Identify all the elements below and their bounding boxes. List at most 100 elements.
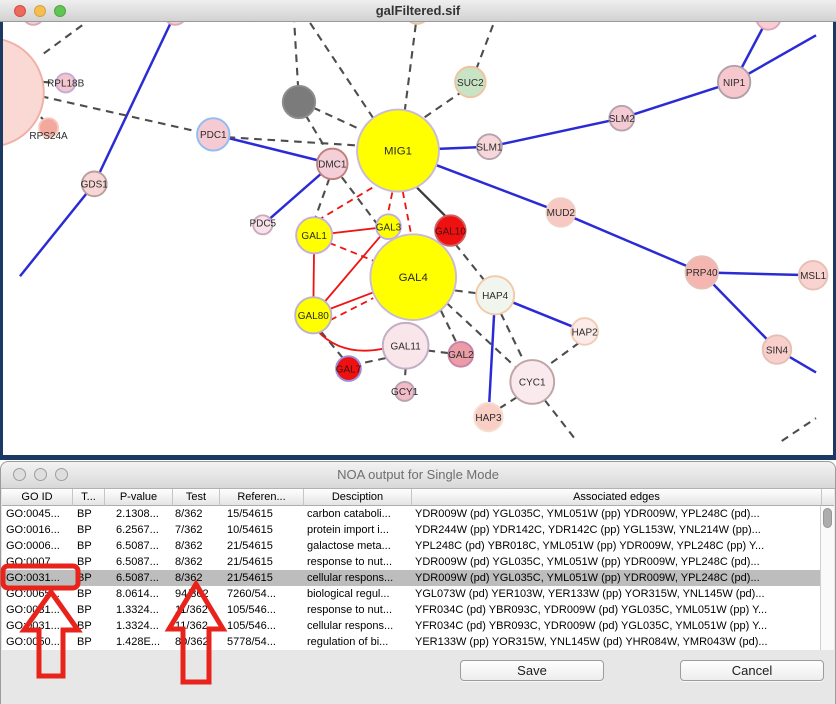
graph-node-label: SLM1 <box>476 143 503 154</box>
graph-edge-dash[interactable] <box>501 313 526 364</box>
column-header-test[interactable]: Test <box>173 489 220 506</box>
graph-node-label: GDS1 <box>81 180 109 191</box>
graph-node-label: PDC1 <box>200 130 227 141</box>
column-header-referen[interactable]: Referen... <box>220 489 304 506</box>
minimize-button-inactive[interactable] <box>34 468 47 481</box>
column-header-go-id[interactable]: GO ID <box>2 489 73 506</box>
cell: GO:0016... <box>2 522 73 538</box>
graph-edge-dash[interactable] <box>455 244 485 282</box>
graph-edge-blue[interactable] <box>622 82 734 118</box>
table-row[interactable]: GO:0050...BP1.428E...80/3625778/54...reg… <box>2 634 834 650</box>
graph-edge-dash[interactable] <box>455 291 478 294</box>
graph-edge-dash[interactable] <box>228 137 363 146</box>
table-header-row: GO IDT...P-valueTestReferen...Desciption… <box>2 489 834 506</box>
graph-edge-dash[interactable] <box>315 178 329 218</box>
cell: 21/54615 <box>220 538 304 554</box>
column-header-p-value[interactable]: P-value <box>105 489 173 506</box>
cell: GO:0045... <box>2 506 73 522</box>
cell: 1.3324... <box>105 602 173 618</box>
cell: BP <box>73 538 105 554</box>
table-row[interactable]: GO:0065...BP8.0614...94/3627260/54...bio… <box>2 586 834 602</box>
cell: BP <box>73 554 105 570</box>
graph-node-label: CYC1 <box>519 378 546 389</box>
table-row[interactable]: GO:0045...BP2.1308...8/36215/54615carbon… <box>2 506 834 522</box>
graph-edge-dash[interactable] <box>545 400 575 439</box>
table-row-selected[interactable]: GO:0031...BP6.5087...8/36221/54615cellul… <box>2 570 834 586</box>
save-button[interactable]: Save <box>460 660 604 681</box>
graph-edge-dash[interactable] <box>476 22 494 70</box>
cell: 94/362 <box>173 586 220 602</box>
graph-edge-dash[interactable] <box>544 343 579 369</box>
graph-edge-blue[interactable] <box>20 184 94 276</box>
graph-edge-dash[interactable] <box>359 358 386 364</box>
graph-node-label: GAL10 <box>435 226 467 237</box>
cell: 21/54615 <box>220 554 304 570</box>
table-row[interactable]: GO:0006...BP6.5087...8/36221/54615galact… <box>2 538 834 554</box>
graph-edge-dash[interactable] <box>44 22 87 53</box>
graph-edge-dash[interactable] <box>425 92 461 117</box>
graph-edge-dash[interactable] <box>309 22 373 118</box>
graph-edge-reddash[interactable] <box>320 188 372 219</box>
cell: regulation of bi... <box>304 634 412 650</box>
graph-window-titlebar[interactable]: galFiltered.sif <box>0 0 836 22</box>
table-row[interactable]: GO:0007...BP6.5087...8/36221/54615respon… <box>2 554 834 570</box>
scrollbar-thumb[interactable] <box>823 508 832 528</box>
noa-output-window: NOA output for Single Mode GO IDT...P-va… <box>0 461 836 704</box>
noa-window-titlebar[interactable]: NOA output for Single Mode <box>1 462 835 489</box>
graph-node-label: GAL1 <box>301 231 327 242</box>
graph-node-top-partial-green[interactable] <box>405 22 430 24</box>
column-header-t[interactable]: T... <box>73 489 105 506</box>
cell: BP <box>73 506 105 522</box>
graph-edge-dash[interactable] <box>313 108 363 131</box>
cell: response to nut... <box>304 554 412 570</box>
table-row[interactable]: GO:0031...BP1.3324...11/362105/546...res… <box>2 602 834 618</box>
graph-node-gray-node[interactable] <box>283 86 315 118</box>
noa-results-table[interactable]: GO IDT...P-valueTestReferen...Desciption… <box>2 489 834 650</box>
cell: YFR034C (pd) YBR093C, YDR009W (pd) YGL03… <box>412 602 822 618</box>
column-header-associated-edges[interactable]: Associated edges <box>412 489 822 506</box>
graph-node-label: HAP4 <box>482 291 509 302</box>
graph-edge-reddash[interactable] <box>388 192 393 215</box>
cell: GO:0065... <box>2 586 73 602</box>
table-row[interactable]: GO:0016...BP6.2567...7/36210/54615protei… <box>2 522 834 538</box>
network-svg[interactable]: RPL18BRPS24AGDS1PDC1DMC1MIG1PDC5SUC2NIP1… <box>0 22 836 460</box>
graph-edge-dash[interactable] <box>428 351 451 354</box>
cell: 15/54615 <box>220 506 304 522</box>
graph-node-top-partial-1[interactable] <box>164 22 187 25</box>
graph-edge-dash[interactable] <box>41 96 206 133</box>
graph-edge-reddash[interactable] <box>403 191 412 235</box>
graph-node-top-partial-2[interactable] <box>756 22 781 30</box>
graph-edge-dash[interactable] <box>306 115 328 151</box>
graph-edge-blue[interactable] <box>213 134 332 164</box>
graph-node-top-left-partial[interactable] <box>23 22 44 25</box>
cell: 8/362 <box>173 570 220 586</box>
cell: 6.2567... <box>105 522 173 538</box>
graph-edge-dash[interactable] <box>405 22 416 112</box>
graph-edge-black[interactable] <box>417 188 447 218</box>
graph-edge-blue[interactable] <box>94 22 175 184</box>
graph-edge-blue[interactable] <box>489 118 621 147</box>
network-view[interactable]: RPL18BRPS24AGDS1PDC1DMC1MIG1PDC5SUC2NIP1… <box>0 22 836 460</box>
table-row[interactable]: GO:0031...BP1.3324...11/362105/546...cel… <box>2 618 834 634</box>
graph-edge-dash[interactable] <box>441 311 457 344</box>
vertical-scrollbar[interactable] <box>820 506 834 650</box>
cell: 5778/54... <box>220 634 304 650</box>
graph-node-label: RPL18B <box>47 79 85 90</box>
graph-edge-blue[interactable] <box>561 212 702 272</box>
graph-window-title: galFiltered.sif <box>0 0 836 22</box>
graph-edge-red[interactable] <box>317 331 384 351</box>
cell: YDR009W (pd) YGL035C, YML051W (pp) YDR00… <box>412 506 822 522</box>
close-button-inactive[interactable] <box>13 468 26 481</box>
graph-edge-dash[interactable] <box>321 331 344 359</box>
cell: BP <box>73 522 105 538</box>
graph-node-label: GAL3 <box>376 223 402 234</box>
cell: GO:0031... <box>2 618 73 634</box>
cell: 8/362 <box>173 538 220 554</box>
graph-node-label: GAL4 <box>399 272 429 284</box>
zoom-button-inactive[interactable] <box>55 468 68 481</box>
cancel-button[interactable]: Cancel <box>680 660 824 681</box>
graph-node-label: RPS24A <box>29 131 68 142</box>
graph-edge-dash[interactable] <box>782 418 816 441</box>
cell: YER133W (pp) YOR315W, YNL145W (pd) YHR08… <box>412 634 822 650</box>
column-header-desciption[interactable]: Desciption <box>304 489 412 506</box>
